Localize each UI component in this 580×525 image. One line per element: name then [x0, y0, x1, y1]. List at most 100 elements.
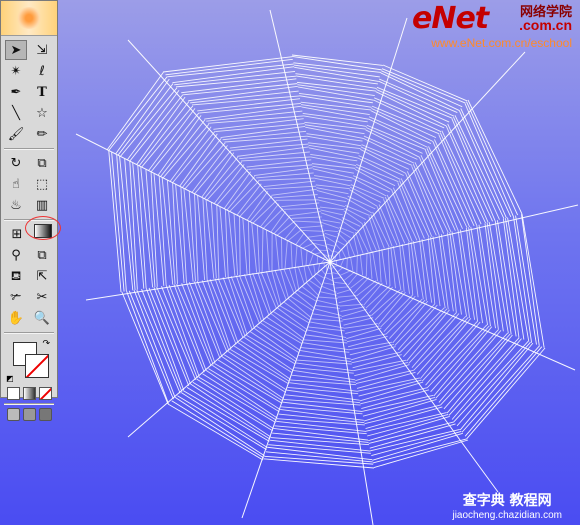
web-strand	[325, 265, 328, 272]
web-strand	[397, 304, 438, 351]
web-strand	[179, 133, 218, 187]
full-screen-menu-mode-icon[interactable]	[22, 408, 36, 421]
live-paint-selection-tool-icon[interactable]: ⇱	[31, 266, 53, 286]
scale-tool-icon[interactable]: ⧉	[31, 153, 53, 173]
web-strand	[337, 295, 357, 298]
swap-fill-stroke-icon[interactable]: ↷	[42, 339, 50, 349]
web-strand	[313, 264, 316, 275]
selection-tool-icon[interactable]: ➤	[5, 40, 27, 60]
web-strand	[316, 273, 325, 279]
web-strand	[309, 321, 345, 329]
web-strand	[148, 108, 196, 172]
star-tool-icon[interactable]: ☆	[31, 103, 53, 123]
zoom-tool-icon[interactable]: 🔍	[31, 308, 53, 328]
web-strand	[302, 242, 314, 249]
web-strand	[310, 246, 317, 253]
web-strand	[371, 105, 440, 135]
warp-tool-icon[interactable]: ☝	[5, 174, 27, 194]
web-strand	[271, 188, 317, 196]
web-strand	[186, 282, 216, 364]
stroke-swatch[interactable]	[25, 354, 49, 378]
web-strand	[357, 157, 401, 180]
pen-tool-icon[interactable]: ✒	[5, 82, 27, 102]
web-strand	[279, 269, 290, 299]
web-strand	[435, 329, 499, 399]
web-strand	[324, 232, 337, 238]
pencil-tool-icon[interactable]: ✏	[31, 124, 53, 144]
live-paint-bucket-tool-icon[interactable]: ⛾	[5, 266, 27, 286]
symbol-sprayer-tool-icon[interactable]: ♨	[5, 195, 27, 215]
slice-tool-icon[interactable]: ✃	[5, 287, 27, 307]
web-strand	[188, 85, 298, 102]
scissors-tool-icon[interactable]: ✂	[31, 287, 53, 307]
none-mode-icon[interactable]	[38, 387, 52, 400]
web-strand	[348, 240, 356, 256]
web-strand	[378, 249, 382, 283]
web-strand	[237, 146, 309, 157]
web-strand	[175, 397, 265, 457]
web-strand	[242, 218, 248, 274]
web-strand	[249, 195, 273, 223]
column-graph-tool-icon[interactable]: ▥	[31, 195, 53, 215]
web-strand	[210, 202, 217, 279]
web-strand	[252, 272, 270, 316]
web-strand	[331, 267, 335, 269]
magic-wand-tool-icon[interactable]: ✴	[5, 61, 27, 81]
full-screen-mode-icon[interactable]	[38, 408, 52, 421]
web-strand	[295, 362, 354, 372]
fill-stroke-control: ↷ ◩	[4, 337, 54, 385]
rotate-tool-icon[interactable]: ↻	[5, 153, 27, 173]
web-strand	[350, 184, 385, 199]
web-strand	[176, 283, 212, 367]
web-strand	[338, 297, 359, 304]
web-strand	[322, 222, 340, 229]
direct-selection-tool-icon[interactable]: ⇲	[31, 40, 53, 60]
web-strand	[425, 321, 481, 386]
web-strand	[231, 143, 309, 151]
web-strand	[394, 303, 436, 346]
web-strand	[294, 266, 300, 290]
web-strand	[314, 251, 322, 255]
web-strand	[318, 296, 338, 299]
web-strand	[369, 252, 373, 279]
blend-tool-icon[interactable]: ⧉	[31, 245, 53, 265]
free-transform-tool-icon[interactable]: ⬚	[31, 174, 53, 194]
hand-tool-icon[interactable]: ✋	[5, 308, 27, 328]
standard-screen-mode-icon[interactable]	[6, 408, 20, 421]
web-strand	[326, 243, 335, 247]
highlight-circle	[25, 216, 61, 240]
web-strand	[306, 329, 347, 339]
paintbrush-tool-icon[interactable]: 🖌	[5, 124, 27, 144]
web-strand	[521, 214, 540, 346]
web-strand	[368, 118, 428, 148]
web-strand	[283, 399, 361, 406]
web-strand	[373, 439, 469, 469]
web-strand	[381, 249, 388, 285]
web-strand	[260, 322, 301, 351]
gradient-mode-icon[interactable]	[22, 387, 36, 400]
type-tool-icon[interactable]: T	[31, 82, 53, 102]
line-segment-tool-icon[interactable]: ╲	[5, 103, 27, 123]
web-strand	[319, 206, 345, 211]
web-strand	[334, 243, 341, 250]
lasso-tool-icon[interactable]: ℓ	[31, 61, 53, 81]
web-strand	[281, 237, 283, 269]
web-strand	[300, 247, 304, 266]
web-strand	[406, 309, 450, 362]
web-strand	[169, 126, 212, 182]
color-mode-icon[interactable]	[6, 387, 20, 400]
enet-logo: eNet	[412, 1, 489, 36]
web-strand	[294, 66, 379, 82]
default-fill-stroke-icon[interactable]: ◩	[6, 374, 14, 383]
web-strand	[366, 412, 447, 432]
web-strand	[504, 218, 525, 340]
web-strand	[459, 342, 534, 431]
web-strand	[391, 189, 413, 242]
web-strand	[265, 230, 270, 271]
illustrator-logo	[1, 1, 57, 36]
web-strand	[468, 227, 484, 324]
web-strand	[261, 228, 264, 272]
eyedropper-tool-icon[interactable]: ⚲	[5, 245, 27, 265]
web-strand	[239, 216, 241, 275]
web-strand	[321, 269, 326, 276]
